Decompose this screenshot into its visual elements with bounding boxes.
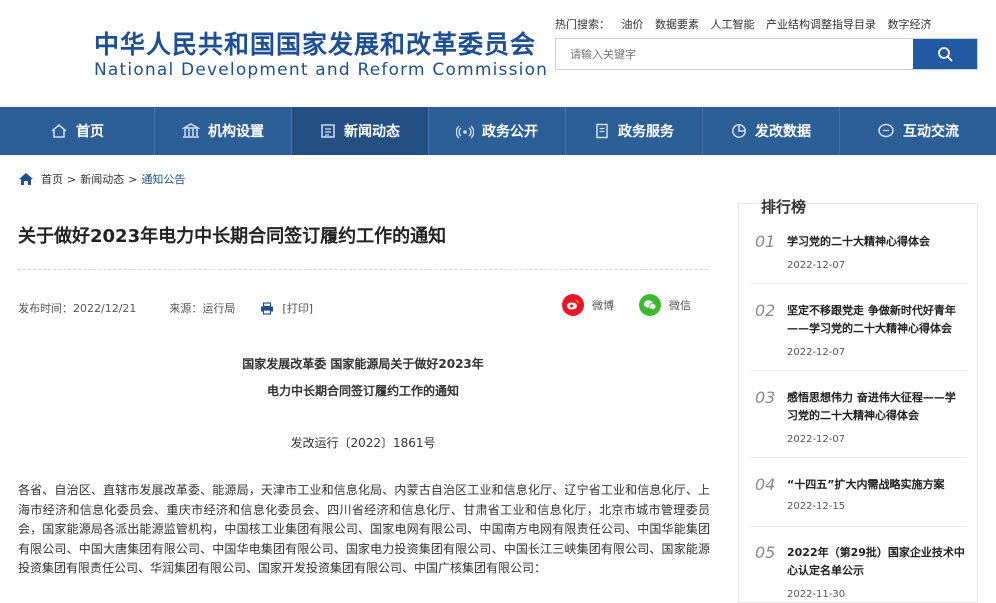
title-divider (18, 269, 708, 270)
search-button[interactable] (913, 39, 977, 69)
site-header: 中华人民共和国国家发展和改革委员会 National Development a… (0, 0, 996, 107)
share-wechat-label: 微信 (669, 299, 691, 312)
nav-label: 机构设置 (208, 124, 264, 140)
ranking-link[interactable]: 学习党的二十大精神心得体会 (787, 233, 965, 251)
breadcrumb-separator: > (67, 172, 77, 186)
ranking-title: 排行榜 (759, 196, 809, 217)
nav-item-government-affairs[interactable]: 政务公开 (429, 107, 566, 155)
nav-item-data[interactable]: 发改数据 (703, 107, 840, 155)
print-label: [打印] (282, 302, 313, 315)
pie-chart-icon (732, 124, 746, 138)
share-bar: 微博 微信 (562, 294, 716, 316)
article-source: 来源：运行局 (169, 302, 236, 315)
printer-icon (261, 301, 274, 315)
breadcrumb: 首页 > 新闻动态 > 通知公告 (18, 171, 185, 187)
ranking-date: 2022-11-30 (787, 589, 846, 600)
logo-chinese-name: 中华人民共和国国家发展和改革委员会 (94, 30, 537, 59)
share-weibo-button[interactable]: 微博 (562, 294, 614, 316)
breadcrumb-separator: > (128, 172, 138, 186)
ranking-panel: 排行榜 01 学习党的二十大精神心得体会 2022-12-07 02 坚定不移跟… (738, 196, 978, 603)
chat-icon (878, 123, 894, 138)
hot-search-item[interactable]: 数据要素 (655, 18, 699, 31)
nav-label: 首页 (76, 124, 104, 140)
nav-item-organization[interactable]: 机构设置 (155, 107, 292, 155)
hot-search-item[interactable]: 数字经济 (888, 18, 932, 31)
ranking-number: 04 (755, 475, 776, 494)
ranking-link[interactable]: 感悟思想伟力 奋进伟大征程——学习党的二十大精神心得体会 (787, 389, 965, 425)
ranking-number: 02 (755, 301, 776, 320)
document-heading-line1: 国家发展改革委 国家能源局关于做好2023年 (242, 357, 484, 371)
document-icon (596, 123, 608, 139)
building-icon (182, 123, 200, 138)
ranking-divider (751, 283, 967, 284)
nav-label: 新闻动态 (344, 124, 400, 140)
nav-item-services[interactable]: 政务服务 (566, 107, 703, 155)
article-title: 关于做好2023年电力中长期合同签订履约工作的通知 (18, 226, 447, 247)
home-icon (51, 124, 67, 138)
ranking-date: 2022-12-07 (787, 347, 846, 358)
ranking-number: 05 (755, 543, 776, 562)
ranking-date: 2022-12-15 (787, 501, 846, 512)
hot-search-item[interactable]: 人工智能 (711, 18, 755, 31)
nav-label: 政务公开 (482, 124, 538, 140)
news-icon (321, 124, 335, 138)
breadcrumb-news[interactable]: 新闻动态 (80, 171, 124, 187)
search-icon (938, 47, 953, 62)
site-logo[interactable]: 中华人民共和国国家发展和改革委员会 National Development a… (94, 30, 548, 80)
nav-item-interaction[interactable]: 互动交流 (840, 107, 996, 155)
wechat-icon (639, 294, 661, 316)
weibo-icon (562, 294, 584, 316)
search-input[interactable] (556, 39, 913, 69)
article-meta: 发布时间：2022/12/21 来源：运行局 [打印] (18, 300, 313, 316)
breadcrumb-home[interactable]: 首页 (41, 171, 63, 187)
home-icon (19, 173, 33, 185)
ranking-date: 2022-12-07 (787, 260, 846, 271)
search-box (555, 38, 978, 70)
ranking-link[interactable]: 坚定不移跟党走 争做新时代好青年——学习党的二十大精神心得体会 (787, 302, 965, 338)
article-body: 各省、自治区、直辖市发展改革委、能源局，天津市工业和信息化局、内蒙古自治区工业和… (18, 483, 710, 575)
ranking-divider (751, 457, 967, 458)
ranking-link[interactable]: “十四五”扩大内需战略实施方案 (787, 476, 965, 494)
hot-search-item[interactable]: 产业结构调整指导目录 (766, 18, 876, 31)
nav-label: 发改数据 (755, 124, 811, 140)
ranking-date: 2022-12-07 (787, 434, 846, 445)
nav-item-news[interactable]: 新闻动态 (292, 107, 429, 155)
document-number: 发改运行〔2022〕1861号 (290, 436, 436, 450)
breadcrumb-current[interactable]: 通知公告 (141, 171, 185, 187)
ranking-divider (751, 526, 967, 527)
ranking-number: 01 (755, 232, 776, 251)
logo-english-name: National Development and Reform Commissi… (94, 60, 549, 80)
publish-date: 发布时间：2022/12/21 (18, 302, 137, 315)
ranking-link[interactable]: 2022年（第29批）国家企业技术中心认定名单公示 (787, 544, 965, 580)
hot-search-bar: 热门搜索： 油价 数据要素 人工智能 产业结构调整指导目录 数字经济 (555, 16, 940, 32)
share-wechat-button[interactable]: 微信 (639, 294, 691, 316)
ranking-divider (751, 370, 967, 371)
nav-label: 互动交流 (903, 124, 959, 140)
print-button[interactable]: [打印] (260, 300, 313, 316)
broadcast-icon (456, 125, 474, 139)
hot-search-label: 热门搜索： (555, 18, 610, 31)
nav-label: 政务服务 (618, 124, 674, 140)
document-heading-line2: 电力中长期合同签订履约工作的通知 (266, 384, 459, 398)
hot-search-item[interactable]: 油价 (622, 18, 644, 31)
main-nav: 首页 机构设置 新闻动态 政务公开 政务服务 发改数据 互动交流 (0, 107, 996, 155)
ranking-number: 03 (755, 388, 776, 407)
share-weibo-label: 微博 (592, 299, 614, 312)
nav-item-home[interactable]: 首页 (0, 107, 155, 155)
